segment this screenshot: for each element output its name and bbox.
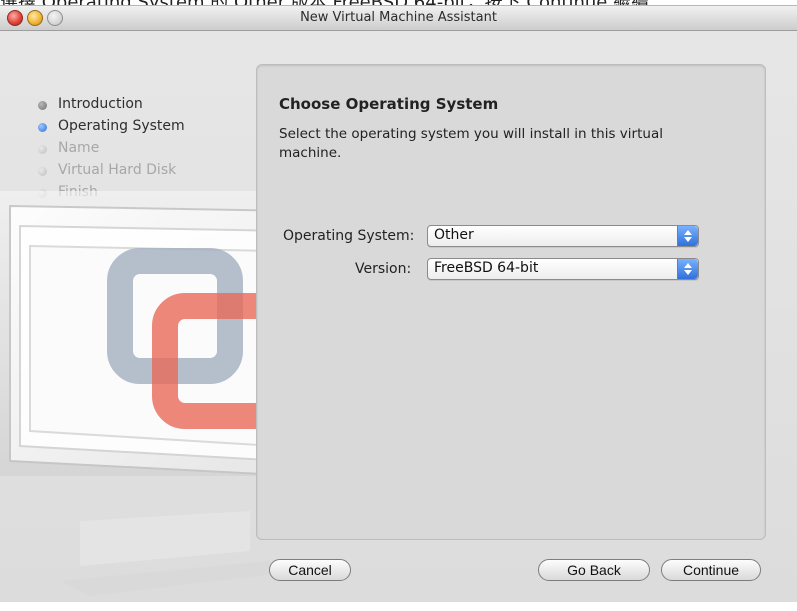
- step-name: Name: [38, 140, 185, 162]
- step-bullet-icon: [38, 167, 47, 176]
- title-bar: New Virtual Machine Assistant: [0, 6, 797, 31]
- operating-system-value: Other: [434, 227, 474, 243]
- step-operating-system: Operating System: [38, 118, 185, 140]
- step-bullet-icon: [38, 123, 47, 132]
- operating-system-popup[interactable]: Other: [427, 225, 699, 247]
- go-back-button[interactable]: Go Back: [538, 559, 650, 581]
- cancel-button[interactable]: Cancel: [269, 559, 351, 581]
- popup-arrows-icon: [677, 226, 698, 246]
- assistant-window: New Virtual Machine Assistant Introducti…: [0, 5, 797, 602]
- continue-button[interactable]: Continue: [661, 559, 761, 581]
- panel-title: Choose Operating System: [279, 95, 499, 113]
- panel-description: Select the operating system you will ins…: [279, 126, 663, 161]
- step-bullet-icon: [38, 145, 47, 154]
- window-title: New Virtual Machine Assistant: [300, 10, 497, 25]
- operating-system-label: Operating System:: [283, 228, 415, 244]
- version-popup[interactable]: FreeBSD 64-bit: [427, 258, 699, 280]
- step-label: Virtual Hard Disk: [58, 162, 177, 178]
- step-label: Operating System: [58, 118, 185, 134]
- step-list: Introduction Operating System Name Virtu…: [38, 96, 185, 206]
- version-value: FreeBSD 64-bit: [434, 260, 539, 276]
- step-introduction: Introduction: [38, 96, 185, 118]
- content-panel: Choose Operating System Select the opera…: [256, 64, 766, 540]
- step-label: Introduction: [58, 96, 143, 112]
- step-virtual-hard-disk: Virtual Hard Disk: [38, 162, 185, 184]
- version-label: Version:: [355, 261, 412, 277]
- step-label: Name: [58, 140, 100, 156]
- popup-arrows-icon: [677, 259, 698, 279]
- step-bullet-icon: [38, 101, 47, 110]
